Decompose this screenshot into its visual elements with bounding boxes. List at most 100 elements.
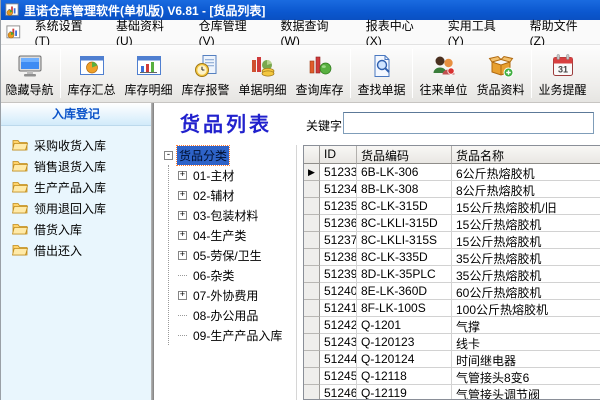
table-cell: 8E-LK-360D (357, 283, 452, 300)
tree-node-label: 07-外协费用 (191, 286, 260, 305)
tree-node-2[interactable]: +03-包装材料 (178, 205, 296, 225)
table-cell: 51235 (320, 198, 357, 215)
sidebar-item-1[interactable]: 销售退货入库 (1, 156, 151, 177)
tree-node-3[interactable]: +04-生产类 (178, 225, 296, 245)
table-row[interactable]: ▶512336B-LK-3066公斤热熔胶机 (304, 164, 600, 181)
tree-node-5[interactable]: 06-杂类 (178, 265, 296, 285)
toolbar-bill-detail-button[interactable]: 单据明细 (234, 45, 291, 102)
mdi-child-icon[interactable] (6, 25, 21, 40)
expand-icon[interactable]: + (178, 291, 187, 300)
toolbar: 隐藏导航库存汇总库存明细库存报警单据明细查询库存查找单据往来单位货品资料 31业务… (1, 45, 600, 103)
table-row[interactable]: 512368C-LKLI-315D15公斤热熔胶机 (304, 215, 600, 232)
table-cell: 51242 (320, 317, 357, 334)
row-selector[interactable] (304, 181, 320, 198)
table-row[interactable]: 512378C-LKLI-315S15公斤热熔胶机 (304, 232, 600, 249)
toolbar-hide-nav-button[interactable]: 隐藏导航 (1, 45, 58, 102)
toolbar-button-label: 查找单据 (357, 81, 405, 98)
app-logo-icon (5, 3, 19, 17)
row-selector[interactable] (304, 351, 320, 368)
current-row-indicator[interactable]: ▶ (304, 164, 320, 181)
table-cell: 51245 (320, 368, 357, 385)
table-row[interactable]: 512418F-LK-100S100公斤热熔胶机 (304, 300, 600, 317)
sidebar-item-5[interactable]: 借出还入 (1, 240, 151, 261)
coins-chart-icon (249, 52, 277, 80)
goods-table: ID货品编码货品名称▶512336B-LK-3066公斤热熔胶机512348B-… (303, 145, 600, 400)
collapse-icon[interactable]: - (164, 151, 173, 160)
tree-node-0[interactable]: +01-主材 (178, 165, 296, 185)
column-header-0[interactable]: ID (320, 146, 357, 164)
row-selector[interactable] (304, 385, 320, 400)
expand-icon[interactable]: + (178, 251, 187, 260)
row-selector[interactable] (304, 300, 320, 317)
tree-node-4[interactable]: +05-劳保/卫生 (178, 245, 296, 265)
table-row[interactable]: 512348B-LK-3088公斤热熔胶机 (304, 181, 600, 198)
table-cell: 8D-LK-35PLC (357, 266, 452, 283)
column-header-2[interactable]: 货品名称 (452, 146, 600, 164)
row-selector[interactable] (304, 215, 320, 232)
row-selector[interactable] (304, 249, 320, 266)
expand-icon[interactable]: + (178, 231, 187, 240)
toolbar-stock-alert-button[interactable]: 库存报警 (177, 45, 234, 102)
column-header-1[interactable]: 货品编码 (357, 146, 452, 164)
page-title: 货品列表 (180, 108, 272, 137)
table-cell: 6B-LK-306 (357, 164, 452, 181)
row-selector[interactable] (304, 368, 320, 385)
sidebar-item-0[interactable]: 采购收货入库 (1, 135, 151, 156)
sidebar-nav-panel: 入库登记 采购收货入库销售退货入库生产产品入库领用退回入库借货入库借出还入 (1, 103, 151, 400)
toolbar-button-label: 货品资料 (476, 81, 524, 98)
expand-icon[interactable]: + (178, 191, 187, 200)
table-cell: 51233 (320, 164, 357, 181)
toolbar-button-label: 业务提醒 (538, 81, 586, 98)
sidebar-item-3[interactable]: 领用退回入库 (1, 198, 151, 219)
expand-icon[interactable]: + (178, 171, 187, 180)
row-selector[interactable] (304, 266, 320, 283)
sidebar-header: 入库登记 (1, 103, 151, 126)
table-row[interactable]: 51246Q-12119气管接头调节阀 (304, 385, 600, 400)
goods-box-icon (487, 52, 515, 80)
row-selector[interactable] (304, 232, 320, 249)
table-row[interactable]: 512398D-LK-35PLC35公斤热熔胶机 (304, 266, 600, 283)
keyword-input[interactable] (343, 112, 594, 134)
table-cell: 51240 (320, 283, 357, 300)
row-selector[interactable] (304, 317, 320, 334)
sidebar-item-4[interactable]: 借货入库 (1, 219, 151, 240)
toolbar-business-reminder-button[interactable]: 31业务提醒 (534, 45, 591, 102)
table-row[interactable]: 51244Q-120124时间继电器 (304, 351, 600, 368)
tree-node-1[interactable]: +02-辅材 (178, 185, 296, 205)
bar-window-icon (135, 52, 163, 80)
table-row[interactable]: 512388C-LK-335D35公斤热熔胶机 (304, 249, 600, 266)
toolbar-partners-button[interactable]: 往来单位 (415, 45, 472, 102)
table-row[interactable]: 51243Q-120123线卡 (304, 334, 600, 351)
table-row[interactable]: 51242Q-1201气撑 (304, 317, 600, 334)
table-row[interactable]: 512358C-LK-315D15公斤热熔胶机/旧 (304, 198, 600, 215)
toolbar-button-label: 库存汇总 (67, 81, 115, 98)
tree-node-label: 04-生产类 (191, 226, 248, 245)
partners-icon (430, 52, 458, 80)
toolbar-stock-summary-button[interactable]: 库存汇总 (63, 45, 120, 102)
row-selector[interactable] (304, 334, 320, 351)
tree-children: +01-主材+02-辅材+03-包装材料+04-生产类+05-劳保/卫生06-杂… (168, 165, 296, 345)
row-selector[interactable] (304, 198, 320, 215)
tree-root-node[interactable]: -货品分类 (164, 145, 296, 165)
sidebar-item-2[interactable]: 生产产品入库 (1, 177, 151, 198)
toolbar-stock-detail-button[interactable]: 库存明细 (120, 45, 177, 102)
toolbar-query-stock-button[interactable]: 查询库存 (291, 45, 348, 102)
table-cell: Q-120124 (357, 351, 452, 368)
toolbar-button-label: 单据明细 (238, 81, 286, 98)
tree-node-6[interactable]: +07-外协费用 (178, 285, 296, 305)
find-doc-icon (368, 52, 396, 80)
table-row[interactable]: 512408E-LK-360D60公斤热熔胶机 (304, 283, 600, 300)
toolbar-goods-info-button[interactable]: 货品资料 (472, 45, 529, 102)
table-cell: 8B-LK-308 (357, 181, 452, 198)
row-selector[interactable] (304, 283, 320, 300)
table-cell: 35公斤热熔胶机 (452, 249, 600, 266)
expand-icon[interactable]: + (178, 211, 187, 220)
tree-node-7[interactable]: 08-办公用品 (178, 305, 296, 325)
table-row[interactable]: 51245Q-12118气管接头8变6 (304, 368, 600, 385)
table-cell: 15公斤热熔胶机/旧 (452, 198, 600, 215)
tree-root-label[interactable]: 货品分类 (177, 146, 229, 165)
toolbar-clipped-right-button[interactable]: 联 (591, 45, 600, 102)
tree-node-8[interactable]: 09-生产产品入库 (178, 325, 296, 345)
menu-bar: 系统设置(T)基础资料(U)仓库管理(V)数据查询(W)报表中心(X)实用工具(… (1, 20, 600, 45)
toolbar-find-bill-button[interactable]: 查找单据 (353, 45, 410, 102)
